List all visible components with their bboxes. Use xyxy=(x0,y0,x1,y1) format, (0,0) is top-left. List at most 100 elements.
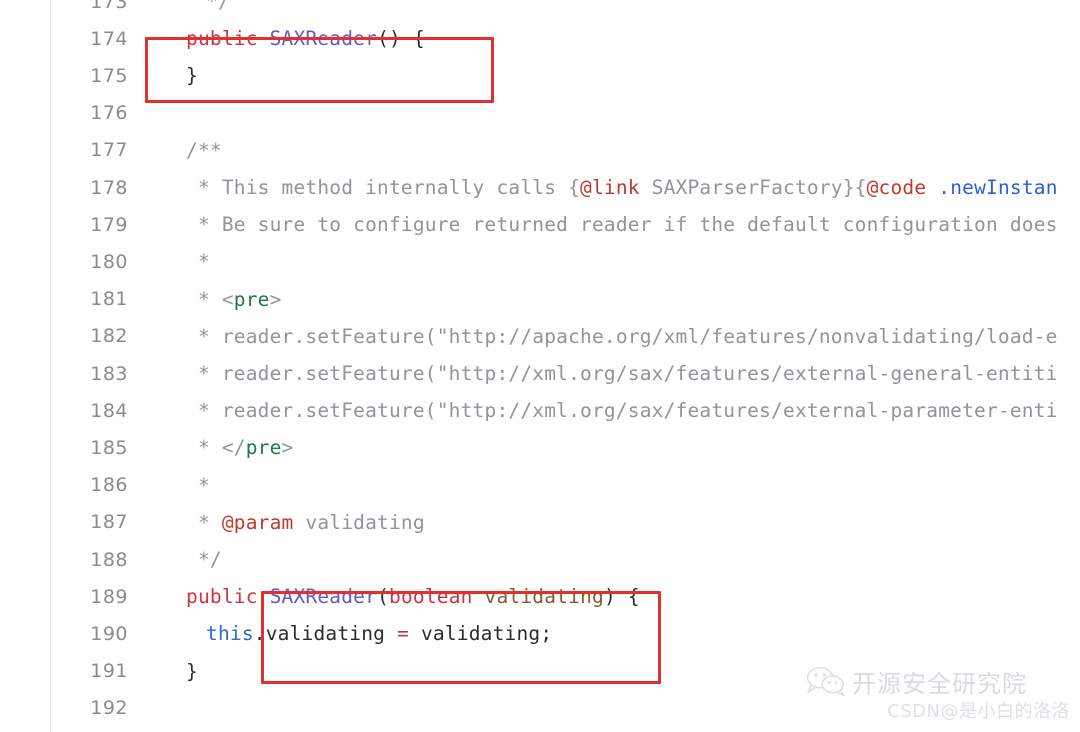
line-number: 180 xyxy=(90,250,128,273)
code-token-javadoc: @param xyxy=(221,510,294,534)
code-line[interactable]: 174 public SAXReader() { xyxy=(0,20,1080,57)
code-line[interactable]: 176 xyxy=(0,95,1080,132)
code-token-comment: > xyxy=(269,287,282,311)
code-token-plain: } xyxy=(186,659,198,683)
line-content[interactable]: * xyxy=(128,474,210,497)
code-token-javadoc: @link xyxy=(580,176,640,199)
code-line[interactable]: 186 * xyxy=(0,467,1080,504)
line-number: 190 xyxy=(90,622,128,645)
code-token-comment: /** xyxy=(186,138,222,162)
code-line[interactable]: 181 * <pre> xyxy=(0,281,1080,318)
code-token-comment: * xyxy=(186,250,210,274)
code-token-comment: * reader.setFeature("http://apache.org/x… xyxy=(186,324,1058,348)
line-content[interactable]: public SAXReader() { xyxy=(128,27,425,50)
code-token-op: = xyxy=(397,622,409,646)
line-number: 179 xyxy=(90,213,128,236)
code-token-keyword: public xyxy=(186,27,270,51)
code-line[interactable]: 182 * reader.setFeature("http://apache.o… xyxy=(0,318,1080,355)
code-token-plain: } xyxy=(186,64,198,88)
line-number: 191 xyxy=(90,660,128,683)
watermark-attribution-text: CSDN@是小白的洛洛 xyxy=(887,701,1070,722)
code-token-this: this xyxy=(206,622,254,646)
line-content[interactable]: } xyxy=(128,64,198,87)
line-content[interactable]: */ xyxy=(128,0,230,13)
line-number: 183 xyxy=(90,362,128,385)
line-content[interactable]: * <pre> xyxy=(128,288,282,311)
code-token-tag: pre xyxy=(233,287,270,311)
line-content[interactable]: public SAXReader(boolean validating) { xyxy=(128,585,640,608)
line-number: 188 xyxy=(90,548,128,571)
line-number: 177 xyxy=(90,139,128,162)
wechat-icon xyxy=(806,666,846,696)
code-line[interactable]: 184 * reader.setFeature("http://xml.org/… xyxy=(0,392,1080,429)
code-token-comment: * reader.setFeature("http://xml.org/sax/… xyxy=(186,399,1058,423)
line-content[interactable]: * Be sure to configure returned reader i… xyxy=(128,213,1058,236)
line-content[interactable]: } xyxy=(128,660,198,683)
code-token-javadoc: @code xyxy=(866,176,927,199)
code-token-link: .newInstan xyxy=(926,176,1058,199)
code-token-plain: () { xyxy=(377,27,425,51)
code-lines-container[interactable]: 173 */174 public SAXReader() {175} 176 177/*… xyxy=(0,0,1080,732)
code-line[interactable]: 188 */ xyxy=(0,541,1080,578)
code-token-comment: * This method internally calls { xyxy=(186,176,581,199)
code-token-comment: > xyxy=(281,436,294,460)
line-number: 176 xyxy=(90,102,128,125)
code-token-type: SAXReader xyxy=(269,585,378,609)
code-token-param: validating xyxy=(484,585,604,609)
line-number: 173 xyxy=(90,0,128,13)
line-content[interactable]: * reader.setFeature("http://xml.org/sax/… xyxy=(128,399,1058,422)
code-token-comment: */ xyxy=(206,0,230,13)
code-line[interactable]: 179 * Be sure to configure returned read… xyxy=(0,206,1080,243)
code-line[interactable]: 178 * This method internally calls {@lin… xyxy=(0,169,1080,206)
code-token-comment: * Be sure to configure returned reader i… xyxy=(186,213,1058,237)
watermark: 开源安全研究院 CSDN@是小白的洛洛 xyxy=(806,663,1072,729)
line-content[interactable]: */ xyxy=(128,548,222,571)
line-content[interactable]: * </pre> xyxy=(128,436,293,459)
code-token-type: SAXReader xyxy=(269,27,378,51)
code-token-plain: ) { xyxy=(603,585,640,609)
line-number: 175 xyxy=(90,64,128,87)
line-number: 174 xyxy=(90,27,128,50)
code-token-keyword: boolean xyxy=(389,585,485,609)
code-token-comment: * xyxy=(186,510,222,534)
line-number: 182 xyxy=(90,325,128,348)
code-line[interactable]: 177 /** xyxy=(0,132,1080,169)
code-line[interactable]: 187 * @param validating xyxy=(0,504,1080,541)
code-token-comment: * xyxy=(186,473,210,497)
code-token-plain: validating; xyxy=(409,622,553,646)
line-content[interactable]: * reader.setFeature("http://apache.org/x… xyxy=(128,325,1058,348)
code-line[interactable]: 185 * </pre> xyxy=(0,429,1080,466)
code-viewer: 173 */174 public SAXReader() {175} 176 177/*… xyxy=(0,0,1080,732)
line-content[interactable]: * reader.setFeature("http://xml.org/sax/… xyxy=(128,362,1058,385)
line-content[interactable]: * This method internally calls {@link SA… xyxy=(128,176,1058,199)
line-number: 181 xyxy=(90,288,128,311)
line-number: 185 xyxy=(90,436,128,459)
line-number: 184 xyxy=(90,399,128,422)
code-line[interactable]: 175} xyxy=(0,57,1080,94)
line-content[interactable]: this.validating = validating; xyxy=(128,622,552,645)
code-token-comment: */ xyxy=(186,548,222,571)
line-number: 187 xyxy=(90,511,128,534)
code-token-tag: pre xyxy=(245,436,282,460)
code-line[interactable]: 190 this.validating = validating; xyxy=(0,615,1080,652)
code-token-keyword: public xyxy=(186,585,270,609)
code-token-comment: * < xyxy=(186,287,234,311)
watermark-brand-row: 开源安全研究院 xyxy=(806,663,1072,699)
line-number: 186 xyxy=(90,474,128,497)
line-content[interactable]: * xyxy=(128,250,210,273)
code-token-plain: .validating xyxy=(253,622,398,646)
code-token-comment: validating xyxy=(293,510,425,534)
code-line[interactable]: 189 public SAXReader(boolean validating) … xyxy=(0,578,1080,615)
line-content[interactable]: /** xyxy=(128,139,222,162)
code-line[interactable]: 173 */ xyxy=(0,0,1080,20)
code-token-comment: SAXParserFactory}{ xyxy=(639,176,867,199)
code-token-comment: * reader.setFeature("http://xml.org/sax/… xyxy=(186,362,1058,385)
code-line[interactable]: 180 * xyxy=(0,243,1080,280)
line-number: 192 xyxy=(90,697,128,720)
line-number: 189 xyxy=(90,585,128,608)
code-token-plain: ( xyxy=(377,585,390,609)
code-line[interactable]: 183 * reader.setFeature("http://xml.org/… xyxy=(0,355,1080,392)
line-number: 178 xyxy=(90,176,128,199)
line-content[interactable]: * @param validating xyxy=(128,511,425,534)
code-token-comment: * </ xyxy=(186,436,246,460)
